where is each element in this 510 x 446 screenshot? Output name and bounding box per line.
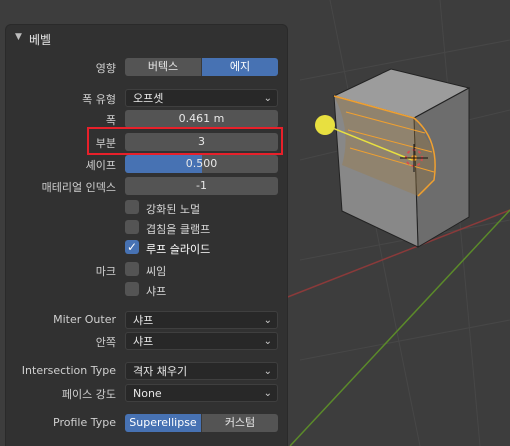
miter-outer-value: 샤프: [133, 314, 154, 327]
shape-slider[interactable]: 0.500: [125, 155, 278, 173]
mark-seam-checkbox[interactable]: [125, 262, 139, 276]
material-index-label: 매테리얼 인덱스: [41, 181, 116, 194]
loop-slide-label: 루프 슬라이드: [146, 243, 211, 256]
inner-label: 안쪽: [95, 336, 116, 349]
shape-row: 셰이프 0.500: [6, 154, 287, 174]
mark-label: 마크: [95, 265, 116, 278]
face-strength-label: 페이스 강도: [61, 388, 116, 401]
mark-sharp-label: 샤프: [146, 285, 167, 298]
mark-seam-label: 씨임: [146, 265, 167, 278]
panel-title: 베벨: [29, 33, 52, 47]
clamp-overlap-label: 겹침을 클램프: [146, 223, 211, 236]
profile-type-label: Profile Type: [53, 416, 116, 429]
panel-header[interactable]: ▼ 베벨: [6, 25, 287, 51]
affect-row: 영향 버텍스 에지: [6, 57, 287, 77]
material-index-row: 매테리얼 인덱스 -1: [6, 176, 287, 196]
mark-seam-row: 마크 씨임: [6, 260, 287, 280]
face-strength-row: 페이스 강도 None ⌄: [6, 383, 287, 403]
miter-outer-dropdown[interactable]: 샤프 ⌄: [125, 311, 278, 329]
intersection-type-label: Intersection Type: [21, 364, 116, 377]
face-strength-dropdown[interactable]: None ⌄: [125, 384, 278, 402]
segments-highlight-box: [87, 127, 283, 155]
face-strength-value: None: [133, 387, 162, 400]
mark-sharp-checkbox[interactable]: [125, 282, 139, 296]
width-type-label: 폭 유형: [82, 93, 116, 106]
inner-dropdown[interactable]: 샤프 ⌄: [125, 332, 278, 350]
chevron-down-icon: ⌄: [263, 336, 272, 347]
affect-edges-button[interactable]: 에지: [202, 58, 278, 76]
width-row: 폭 0.461 m: [6, 109, 287, 129]
harden-normals-label: 강화된 노멀: [146, 203, 201, 216]
profile-type-row: Profile Type Superellipse 커스텀: [6, 413, 287, 433]
shape-label: 셰이프: [85, 159, 116, 172]
bevel-gizmo-handle: [315, 115, 335, 135]
clamp-overlap-row[interactable]: 겹침을 클램프: [6, 218, 287, 238]
inner-value: 샤프: [133, 335, 154, 348]
width-type-value: 오프셋: [133, 92, 164, 105]
harden-normals-row[interactable]: 강화된 노멀: [6, 198, 287, 218]
profile-custom-button[interactable]: 커스텀: [202, 414, 278, 432]
affect-toggle[interactable]: 버텍스 에지: [125, 58, 278, 76]
width-label: 폭: [105, 114, 116, 127]
collapse-arrow-icon[interactable]: ▼: [15, 32, 22, 42]
width-field[interactable]: 0.461 m: [125, 110, 278, 128]
bevel-operator-panel: ▼ 베벨 영향 버텍스 에지 폭 유형 오프셋 ⌄ 폭 0.461 m 부분 3…: [6, 25, 287, 446]
material-index-field[interactable]: -1: [125, 177, 278, 195]
affect-label: 영향: [95, 62, 116, 75]
width-type-row: 폭 유형 오프셋 ⌄: [6, 88, 287, 108]
harden-normals-checkbox[interactable]: [125, 200, 139, 214]
intersection-type-row: Intersection Type 격자 채우기 ⌄: [6, 361, 287, 381]
chevron-down-icon: ⌄: [263, 366, 272, 377]
intersection-type-dropdown[interactable]: 격자 채우기 ⌄: [125, 362, 278, 380]
chevron-down-icon: ⌄: [263, 93, 272, 104]
checkmark-icon: ✓: [126, 240, 138, 254]
chevron-down-icon: ⌄: [263, 315, 272, 326]
intersection-type-value: 격자 채우기: [133, 365, 188, 378]
inner-row: 안쪽 샤프 ⌄: [6, 331, 287, 351]
profile-type-toggle[interactable]: Superellipse 커스텀: [125, 414, 278, 432]
chevron-down-icon: ⌄: [263, 388, 272, 399]
profile-superellipse-button[interactable]: Superellipse: [125, 414, 202, 432]
shape-value: 0.500: [185, 157, 218, 170]
miter-outer-label: Miter Outer: [53, 313, 116, 326]
miter-outer-row: Miter Outer 샤프 ⌄: [6, 310, 287, 330]
loop-slide-checkbox[interactable]: ✓: [125, 240, 139, 254]
mark-sharp-row[interactable]: 샤프: [6, 280, 287, 300]
clamp-overlap-checkbox[interactable]: [125, 220, 139, 234]
affect-vertices-button[interactable]: 버텍스: [125, 58, 202, 76]
loop-slide-row[interactable]: ✓ 루프 슬라이드: [6, 238, 287, 258]
width-type-dropdown[interactable]: 오프셋 ⌄: [125, 89, 278, 107]
